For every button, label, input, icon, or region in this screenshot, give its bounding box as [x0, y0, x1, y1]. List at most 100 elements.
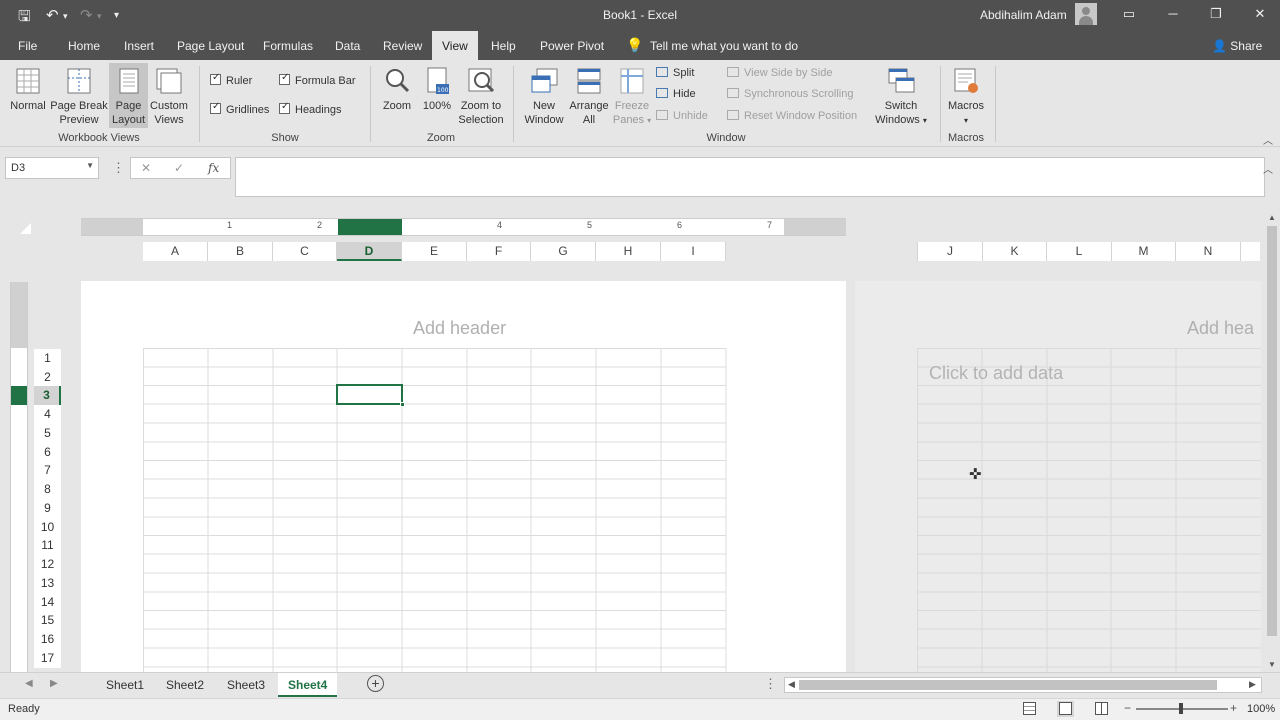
new-sheet-icon[interactable]: +	[367, 675, 384, 692]
zoom-to-selection-button[interactable]: Zoom to Selection	[456, 66, 506, 127]
row-header-5[interactable]: 5	[34, 424, 61, 443]
save-icon[interactable]: 🖫	[18, 6, 31, 31]
column-header-j[interactable]: J	[918, 242, 983, 261]
row-header-2[interactable]: 2	[34, 368, 61, 387]
normal-view-button[interactable]: Normal	[6, 66, 50, 113]
tab-page-layout[interactable]: Page Layout	[177, 39, 244, 53]
add-header-placeholder-right[interactable]: Add hea	[1187, 318, 1254, 339]
column-header-h[interactable]: H	[596, 242, 661, 261]
zoom-in-icon[interactable]: +	[1230, 701, 1237, 715]
row-header-12[interactable]: 12	[34, 555, 61, 574]
scroll-thumb[interactable]	[1267, 226, 1277, 636]
column-header-d[interactable]: D	[337, 242, 402, 261]
zoom-level[interactable]: 100%	[1247, 703, 1275, 715]
row-header-16[interactable]: 16	[34, 630, 61, 649]
scroll-left-icon[interactable]: ◀	[788, 679, 795, 690]
column-header-a[interactable]: A	[143, 242, 208, 261]
ruler-checkbox[interactable]: Ruler	[210, 72, 252, 87]
fill-handle[interactable]	[400, 402, 405, 407]
click-to-add-data-placeholder[interactable]: Click to add data	[929, 363, 1063, 384]
row-header-8[interactable]: 8	[34, 480, 61, 499]
column-header-i[interactable]: I	[661, 242, 726, 261]
page-break-status-icon[interactable]	[1095, 702, 1108, 715]
user-name[interactable]: Abdihalim Adam	[980, 8, 1067, 22]
name-box-dropdown-icon[interactable]: ▼	[86, 161, 94, 170]
redo-icon[interactable]: ↷	[80, 6, 93, 24]
zoom-out-icon[interactable]: −	[1124, 701, 1131, 715]
switch-windows-button[interactable]: Switch Windows ▾	[872, 66, 930, 128]
unhide-button[interactable]: Unhide	[656, 110, 708, 122]
customize-quick-access-icon[interactable]: ▾	[114, 10, 119, 21]
column-header-l[interactable]: L	[1047, 242, 1112, 261]
column-header-k[interactable]: K	[983, 242, 1047, 261]
sheet-tab-sheet3[interactable]: Sheet3	[227, 678, 265, 692]
tab-review[interactable]: Review	[383, 39, 422, 53]
zoom-100-button[interactable]: 100 100%	[418, 66, 456, 113]
scroll-tabs-left-icon[interactable]: ◀	[25, 678, 33, 689]
enter-icon[interactable]: ✓	[174, 161, 184, 175]
row-header-9[interactable]: 9	[34, 499, 61, 518]
row-header-14[interactable]: 14	[34, 593, 61, 612]
cancel-icon[interactable]: ✕	[141, 161, 151, 175]
formula-input[interactable]	[235, 157, 1265, 197]
share-button[interactable]: 👤 Share	[1212, 39, 1262, 53]
normal-view-status-icon[interactable]	[1023, 702, 1036, 715]
selected-cell-d3[interactable]	[336, 384, 405, 407]
tab-splitter-icon[interactable]: ⋮	[764, 676, 777, 692]
vertical-scrollbar[interactable]: ▲ ▼	[1264, 210, 1280, 672]
synchronous-scrolling-button[interactable]: Synchronous Scrolling	[727, 88, 853, 100]
column-header-e[interactable]: E	[402, 242, 467, 261]
split-button[interactable]: Split	[656, 67, 694, 79]
horizontal-scroll-thumb[interactable]	[799, 680, 1217, 690]
zoom-slider-thumb[interactable]	[1179, 703, 1183, 714]
gridlines-checkbox[interactable]: Gridlines	[210, 101, 269, 116]
tab-file[interactable]: File	[18, 39, 37, 53]
row-header-17[interactable]: 17	[34, 649, 61, 668]
arrange-all-button[interactable]: Arrange All	[566, 66, 612, 127]
formula-bar-checkbox[interactable]: Formula Bar	[279, 72, 356, 87]
cell-grid[interactable]	[143, 348, 727, 672]
close-icon[interactable]: ✕	[1250, 6, 1270, 22]
tell-me-search[interactable]: Tell me what you want to do	[650, 39, 798, 53]
scroll-right-icon[interactable]: ▶	[1249, 679, 1256, 690]
restore-icon[interactable]: ❐	[1206, 6, 1226, 22]
row-header-11[interactable]: 11	[34, 536, 61, 555]
scroll-up-icon[interactable]: ▲	[1268, 213, 1276, 222]
minimize-icon[interactable]: ─	[1163, 6, 1183, 21]
insert-function-icon[interactable]: fx	[208, 161, 219, 175]
sheet-tab-sheet4[interactable]: Sheet4	[278, 673, 338, 697]
tab-power-pivot[interactable]: Power Pivot	[540, 39, 604, 53]
macros-button[interactable]: Macros ▾	[944, 66, 988, 128]
undo-dropdown-icon[interactable]: ▾	[63, 11, 68, 22]
tab-home[interactable]: Home	[68, 39, 100, 53]
row-header-3[interactable]: 3	[34, 386, 61, 405]
new-window-button[interactable]: New Window	[520, 66, 568, 127]
row-header-6[interactable]: 6	[34, 443, 61, 462]
scroll-tabs-right-icon[interactable]: ▶	[50, 678, 58, 689]
name-box[interactable]: D3 ▼	[5, 157, 99, 179]
reset-window-position-button[interactable]: Reset Window Position	[727, 110, 857, 122]
undo-icon[interactable]: ↶	[46, 6, 59, 24]
row-header-15[interactable]: 15	[34, 611, 61, 630]
page-layout-view-button[interactable]: Page Layout	[109, 63, 148, 128]
avatar[interactable]	[1075, 3, 1097, 25]
page-layout-status-icon[interactable]	[1059, 702, 1072, 715]
select-all-button[interactable]	[20, 223, 31, 234]
tab-view[interactable]: View	[432, 31, 478, 60]
page-break-preview-button[interactable]: Page Break Preview	[50, 66, 108, 127]
column-header-b[interactable]: B	[208, 242, 273, 261]
row-header-1[interactable]: 1	[34, 349, 61, 368]
collapse-ribbon-icon[interactable]: ︿	[1263, 132, 1273, 147]
headings-checkbox[interactable]: Headings	[279, 101, 341, 116]
column-header-n[interactable]: N	[1176, 242, 1241, 261]
add-header-placeholder[interactable]: Add header	[413, 318, 506, 339]
column-header-g[interactable]: G	[531, 242, 596, 261]
more-options-icon[interactable]: ⋮	[112, 160, 125, 176]
hide-button[interactable]: Hide	[656, 88, 696, 100]
sheet-tab-sheet1[interactable]: Sheet1	[106, 678, 144, 692]
cell-grid-right[interactable]	[917, 348, 1261, 672]
row-header-10[interactable]: 10	[34, 518, 61, 537]
row-header-4[interactable]: 4	[34, 405, 61, 424]
view-side-by-side-button[interactable]: View Side by Side	[727, 67, 832, 79]
tab-data[interactable]: Data	[335, 39, 360, 53]
